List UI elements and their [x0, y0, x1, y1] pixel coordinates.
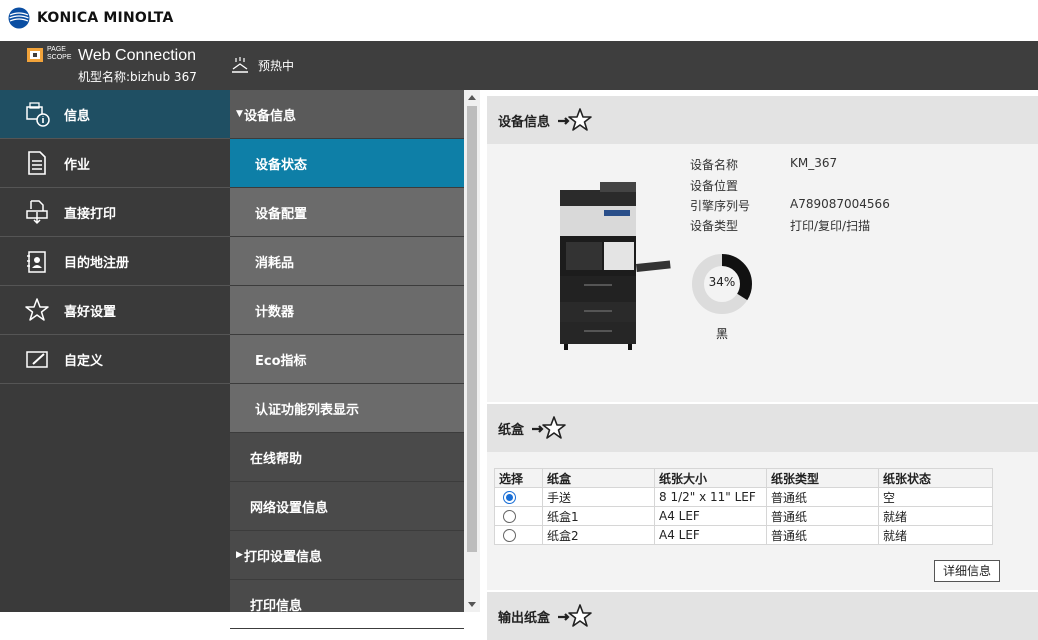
main-content: 设备信息 设备名称 KM_367 设备位置 引擎序列号 A78908700456… — [480, 90, 1038, 640]
subnav-device-status[interactable]: 设备状态 — [230, 139, 464, 188]
device-section-body: 设备名称 KM_367 设备位置 引擎序列号 A789087004566 设备类… — [487, 144, 1038, 402]
pagescope-logo-icon — [27, 48, 43, 62]
status-cell: 就绪 — [878, 506, 993, 526]
caret-right-icon: ▶ — [236, 550, 243, 560]
nav-item-label: 目的地注册 — [64, 255, 130, 271]
field-value-device-name: KM_367 — [790, 156, 838, 170]
printer-image-icon — [560, 182, 671, 350]
size-cell: 8 1/2" x 11" LEF — [654, 487, 767, 507]
type-cell: 普通纸 — [766, 525, 879, 545]
add-favorite-icon[interactable] — [556, 602, 594, 630]
nav-item-label: 直接打印 — [64, 206, 117, 222]
pagescope-text: PAGE SCOPE — [47, 46, 72, 61]
col-header-status: 纸张状态 — [878, 468, 993, 488]
col-header-type: 纸张类型 — [766, 468, 879, 488]
table-header-row: 选择 纸盒 纸张大小 纸张类型 纸张状态 — [494, 468, 993, 488]
field-label-device-type: 设备类型 — [690, 219, 739, 233]
scroll-thumb[interactable] — [467, 106, 477, 552]
nav-item-address[interactable]: 目的地注册 — [0, 237, 230, 286]
tray-cell: 手送 — [542, 487, 655, 507]
brand-name: KONICA MINOLTA — [37, 10, 174, 26]
tray-section-header: 纸盒 — [487, 404, 1038, 452]
table-row: 纸盒1 A4 LEF 普通纸 就绪 — [494, 506, 993, 526]
edit-icon — [24, 346, 50, 372]
app-title: Web Connection — [78, 47, 196, 64]
subnav-online-help[interactable]: 在线帮助 — [230, 433, 464, 482]
subnav-group-device-info[interactable]: ▼ 设备信息 — [230, 90, 464, 139]
section-title: 输出纸盒 — [498, 610, 551, 626]
status-cell: 空 — [878, 487, 993, 507]
size-cell: A4 LEF — [654, 506, 767, 526]
type-cell: 普通纸 — [766, 506, 879, 526]
document-icon — [24, 150, 50, 176]
tray-cell: 纸盒2 — [542, 525, 655, 545]
field-label-device-name: 设备名称 — [690, 158, 739, 172]
section-title: 纸盒 — [498, 422, 525, 438]
nav-item-job[interactable]: 作业 — [0, 139, 230, 188]
info-icon — [24, 101, 50, 127]
tray-radio[interactable] — [503, 529, 516, 542]
type-cell: 普通纸 — [766, 487, 879, 507]
subnav-counter[interactable]: 计数器 — [230, 286, 464, 335]
subnav-print-settings[interactable]: ▶ 打印设置信息 — [230, 531, 464, 580]
model-name: 机型名称:bizhub 367 — [78, 70, 197, 84]
caret-down-icon: ▼ — [236, 109, 243, 119]
select-cell — [494, 487, 543, 507]
section-title: 设备信息 — [498, 114, 551, 130]
nav-item-customize[interactable]: 自定义 — [0, 335, 230, 384]
nav-item-label: 信息 — [64, 108, 91, 124]
field-value-device-type: 打印/复印/扫描 — [790, 219, 871, 233]
nav-item-label: 作业 — [64, 157, 91, 173]
field-label-serial: 引擎序列号 — [690, 199, 751, 213]
size-cell: A4 LEF — [654, 525, 767, 545]
field-label-device-location: 设备位置 — [690, 179, 739, 193]
tray-radio[interactable] — [503, 510, 516, 523]
nav-item-label: 自定义 — [64, 353, 104, 369]
detail-info-button[interactable]: 详细信息 — [934, 560, 1000, 582]
table-row: 纸盒2 A4 LEF 普通纸 就绪 — [494, 525, 993, 545]
nav-item-direct-print[interactable]: 直接打印 — [0, 188, 230, 237]
brand-bar: KONICA MINOLTA — [0, 0, 1038, 41]
tray-table: 选择 纸盒 纸张大小 纸张类型 纸张状态 手送 8 1/2" x 11" LEF… — [494, 468, 993, 545]
scroll-down-arrow-icon[interactable] — [467, 601, 477, 609]
address-book-icon — [24, 248, 50, 274]
subnav-print-info[interactable]: 打印信息 — [230, 580, 464, 629]
sub-nav: ▼ 设备信息 设备状态 设备配置 消耗品 计数器 Eco指标 认证功能列表显示 … — [230, 90, 464, 629]
field-value-serial: A789087004566 — [790, 197, 890, 211]
add-favorite-icon[interactable] — [530, 414, 568, 442]
toner-color-name: 黑 — [716, 327, 729, 341]
output-section-header: 输出纸盒 — [487, 592, 1038, 640]
status-cell: 就绪 — [878, 525, 993, 545]
subnav-auth-list[interactable]: 认证功能列表显示 — [230, 384, 464, 433]
col-header-tray: 纸盒 — [542, 468, 655, 488]
select-cell — [494, 506, 543, 526]
nav-item-label: 喜好设置 — [64, 304, 117, 320]
toner-percent: 34% — [708, 275, 736, 289]
nav-item-favorites[interactable]: 喜好设置 — [0, 286, 230, 335]
warmup-icon — [232, 57, 248, 73]
konica-minolta-logo-icon — [8, 7, 30, 29]
direct-print-icon — [24, 199, 50, 225]
warmup-text: 预热中 — [258, 58, 295, 73]
select-cell — [494, 525, 543, 545]
warmup-status: 预热中 — [230, 54, 294, 76]
table-row: 手送 8 1/2" x 11" LEF 普通纸 空 — [494, 487, 993, 507]
subnav-consumables[interactable]: 消耗品 — [230, 237, 464, 286]
col-header-size: 纸张大小 — [654, 468, 767, 488]
main-nav: 信息 作业 直接打印 目的地注册 喜好设置 自定义 — [0, 90, 230, 612]
nav-item-info[interactable]: 信息 — [0, 90, 230, 139]
header: PAGE SCOPE Web Connection 机型名称:bizhub 36… — [0, 41, 1038, 90]
device-section-header: 设备信息 — [487, 96, 1038, 144]
add-favorite-icon[interactable] — [556, 106, 594, 134]
tray-cell: 纸盒1 — [542, 506, 655, 526]
subnav-network-info[interactable]: 网络设置信息 — [230, 482, 464, 531]
tray-radio-selected[interactable] — [503, 491, 516, 504]
scroll-up-arrow-icon[interactable] — [467, 93, 477, 101]
star-icon — [24, 297, 50, 323]
col-header-select: 选择 — [494, 468, 543, 488]
subnav-device-config[interactable]: 设备配置 — [230, 188, 464, 237]
subnav-eco[interactable]: Eco指标 — [230, 335, 464, 384]
